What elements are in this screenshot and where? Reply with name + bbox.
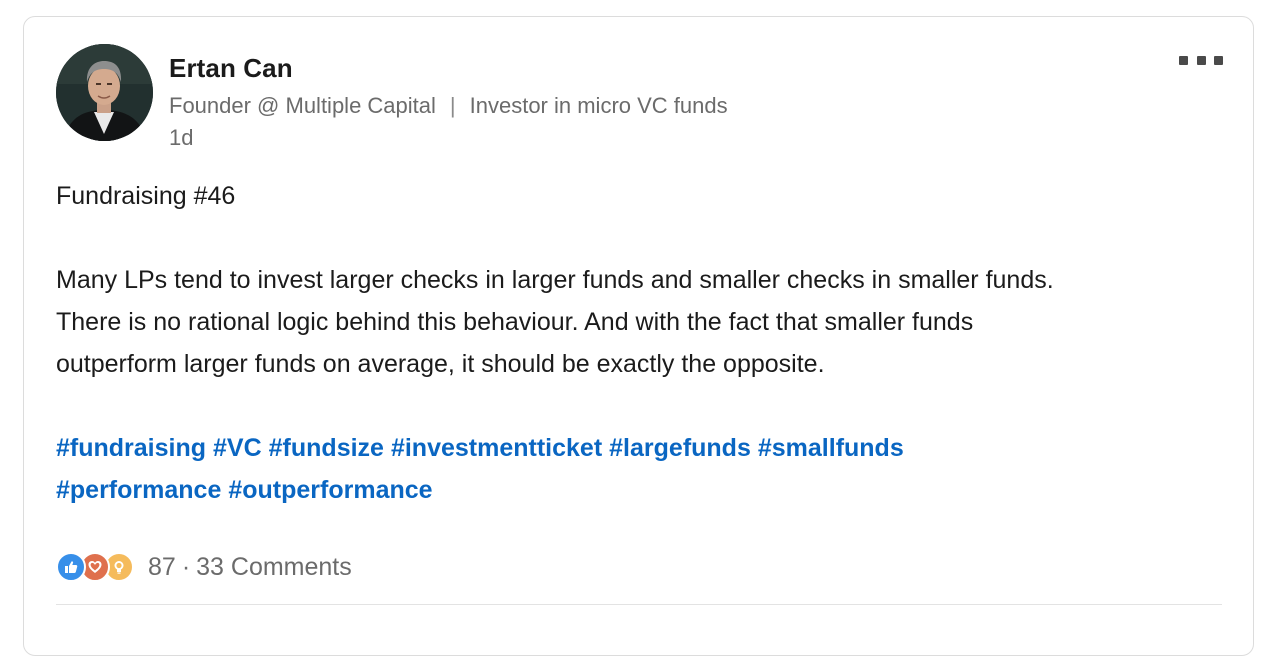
headline-focus: Investor in micro VC funds <box>469 93 728 118</box>
post-body: Fundraising #46 Many LPs tend to invest … <box>56 175 1226 385</box>
hashtag-link[interactable]: #VC <box>213 434 262 462</box>
comments-count-link[interactable]: 33 Comments <box>196 553 352 581</box>
post-paragraph-line: Many LPs tend to invest larger checks in… <box>56 266 1054 294</box>
hashtag-link[interactable]: #investmentticket <box>391 434 602 462</box>
headline-separator: | <box>449 93 456 118</box>
hashtag-link[interactable]: #largefunds <box>609 434 751 462</box>
social-text: 87 · 33 Comments <box>148 553 352 582</box>
hashtag-link[interactable]: #fundraising <box>56 434 206 462</box>
separator-dot: · <box>181 552 191 581</box>
author-headline: Founder @ Multiple Capital | Investor in m… <box>169 93 728 119</box>
post-timestamp[interactable]: 1d <box>169 125 193 151</box>
hashtag-link[interactable]: #fundsize <box>269 434 384 462</box>
author-name[interactable]: Ertan Can <box>169 53 293 84</box>
more-dot-icon <box>1196 55 1206 65</box>
more-dot-icon <box>1214 55 1223 65</box>
more-dot-icon <box>1179 55 1188 65</box>
like-icon <box>56 552 86 582</box>
post-paragraph-line: There is no rational logic behind this b… <box>56 308 974 336</box>
hashtag-link[interactable]: #performance <box>56 476 221 504</box>
reactions-summary[interactable] <box>56 552 134 582</box>
hashtag-link[interactable]: #smallfunds <box>758 434 904 462</box>
divider <box>56 604 1222 605</box>
post-card: Ertan Can Founder @ Multiple Capital | Inv… <box>23 16 1254 656</box>
headline-role: Founder @ Multiple Capital <box>169 93 436 118</box>
social-counts: 87 · 33 Comments <box>56 549 352 585</box>
hashtag-link[interactable]: #outperformance <box>228 476 432 504</box>
post-paragraph-line: outperform larger funds on average, it s… <box>56 350 825 378</box>
hashtag-list: #fundraising #VC #fundsize #investmentticke… <box>56 427 1226 511</box>
more-options-button[interactable] <box>1179 51 1223 69</box>
reaction-count[interactable]: 87 <box>148 553 176 581</box>
post-title-line: Fundraising #46 <box>56 182 236 210</box>
avatar[interactable] <box>56 44 153 141</box>
